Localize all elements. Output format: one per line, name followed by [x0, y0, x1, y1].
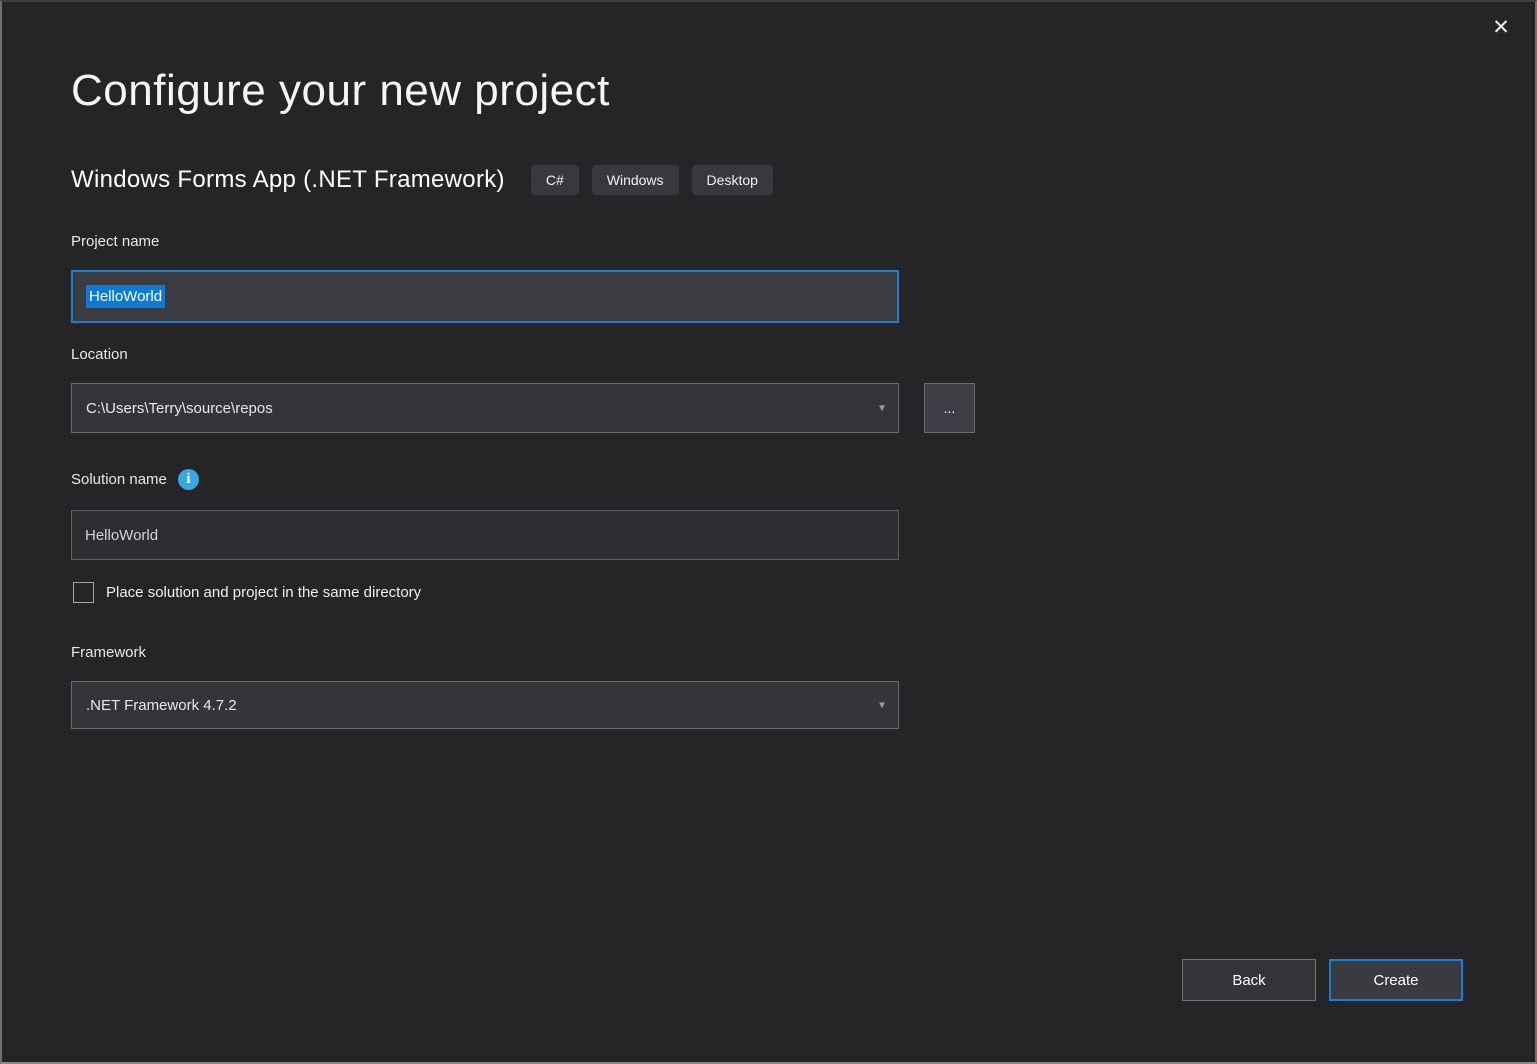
same-directory-option[interactable]: Place solution and project in the same d…: [73, 582, 421, 603]
framework-dropdown[interactable]: .NET Framework 4.7.2 ▾: [71, 681, 899, 729]
project-name-input[interactable]: HelloWorld: [71, 270, 899, 323]
configure-project-dialog: ✕ Configure your new project Windows For…: [0, 0, 1537, 1064]
chevron-down-icon: ▾: [878, 400, 885, 415]
location-value: C:\Users\Terry\source\repos: [86, 399, 273, 417]
page-title: Configure your new project: [71, 66, 610, 115]
location-dropdown[interactable]: C:\Users\Terry\source\repos ▾: [71, 383, 899, 433]
solution-name-value: HelloWorld: [85, 526, 159, 544]
solution-name-input[interactable]: HelloWorld: [71, 510, 899, 560]
solution-name-label: Solution name i: [71, 469, 199, 490]
location-label: Location: [71, 346, 128, 363]
info-icon[interactable]: i: [177, 469, 199, 490]
project-name-selected-text: HelloWorld: [86, 285, 166, 308]
chevron-down-icon: ▾: [878, 697, 885, 712]
browse-location-button[interactable]: ...: [924, 383, 975, 433]
tag-project-type: Desktop: [691, 165, 773, 195]
framework-value: .NET Framework 4.7.2: [86, 696, 237, 714]
template-name: Windows Forms App (.NET Framework): [71, 166, 505, 193]
template-summary: Windows Forms App (.NET Framework) C# Wi…: [71, 165, 786, 195]
solution-name-label-text: Solution name: [71, 471, 167, 488]
tag-language: C#: [530, 165, 579, 195]
project-name-label: Project name: [71, 233, 160, 250]
same-directory-label: Place solution and project in the same d…: [106, 584, 422, 601]
back-button[interactable]: Back: [1182, 959, 1316, 1001]
create-button[interactable]: Create: [1329, 959, 1463, 1001]
framework-label: Framework: [71, 644, 147, 661]
same-directory-checkbox[interactable]: [73, 582, 94, 603]
close-icon[interactable]: ✕: [1481, 10, 1521, 44]
tag-platform: Windows: [591, 165, 679, 195]
